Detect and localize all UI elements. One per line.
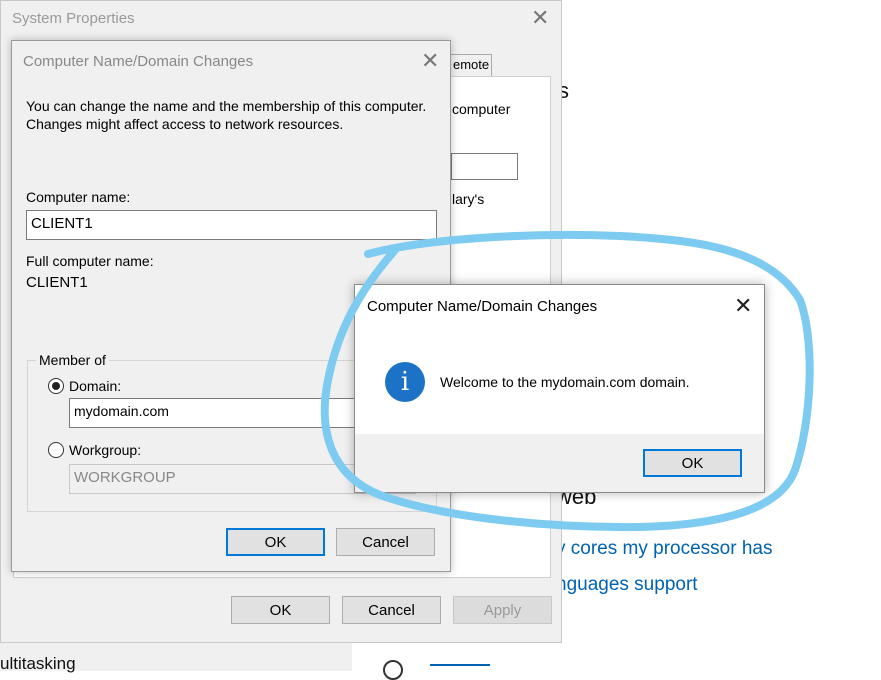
system-properties-side-text-computer: computer	[452, 101, 511, 117]
computer-description-field[interactable]	[451, 153, 518, 180]
full-computer-name-label: Full computer name:	[26, 253, 154, 269]
computer-name-input[interactable]: CLIENT1	[26, 210, 437, 240]
computer-name-cancel-button[interactable]: Cancel	[336, 528, 435, 556]
computer-name-dialog-title: Computer Name/Domain Changes	[23, 53, 254, 70]
system-properties-close-icon[interactable]: ✕	[531, 7, 549, 29]
get-help-icon[interactable]	[383, 660, 403, 680]
welcome-message-text: Welcome to the mydomain.com domain.	[440, 374, 690, 390]
background-multitasking-text[interactable]: ultitasking	[0, 654, 76, 674]
background-link-languages[interactable]: nguages support	[556, 574, 698, 596]
system-properties-cancel-button[interactable]: Cancel	[342, 596, 441, 624]
workgroup-label: Workgroup:	[69, 442, 142, 458]
member-of-label: Member of	[36, 352, 109, 368]
welcome-dialog-close-icon[interactable]: ✕	[734, 295, 752, 317]
tab-remote[interactable]: emote	[446, 54, 492, 77]
system-properties-title: System Properties	[12, 10, 135, 27]
domain-label: Domain:	[69, 378, 122, 394]
computer-name-ok-button[interactable]: OK	[226, 528, 325, 556]
welcome-message-dialog: Computer Name/Domain Changes ✕ i Welcome…	[354, 284, 765, 493]
workgroup-radio[interactable]	[48, 442, 64, 458]
system-properties-side-text-lary: lary's	[452, 191, 485, 207]
welcome-ok-button[interactable]: OK	[643, 449, 742, 477]
tab-remote-label: emote	[453, 57, 490, 72]
computer-name-dialog-description: You can change the name and the membersh…	[26, 98, 427, 132]
background-link-processor-cores[interactable]: y cores my processor has	[556, 538, 772, 560]
computer-name-label: Computer name:	[26, 189, 131, 205]
welcome-dialog-title: Computer Name/Domain Changes	[367, 298, 598, 315]
system-properties-ok-button[interactable]: OK	[231, 596, 330, 624]
full-computer-name-value: CLIENT1	[26, 274, 88, 291]
computer-name-dialog-close-icon[interactable]: ✕	[421, 50, 439, 72]
get-help-link-fragment[interactable]	[430, 664, 490, 666]
info-icon: i	[385, 362, 425, 402]
domain-radio[interactable]	[48, 378, 64, 394]
system-properties-apply-button: Apply	[453, 596, 552, 624]
